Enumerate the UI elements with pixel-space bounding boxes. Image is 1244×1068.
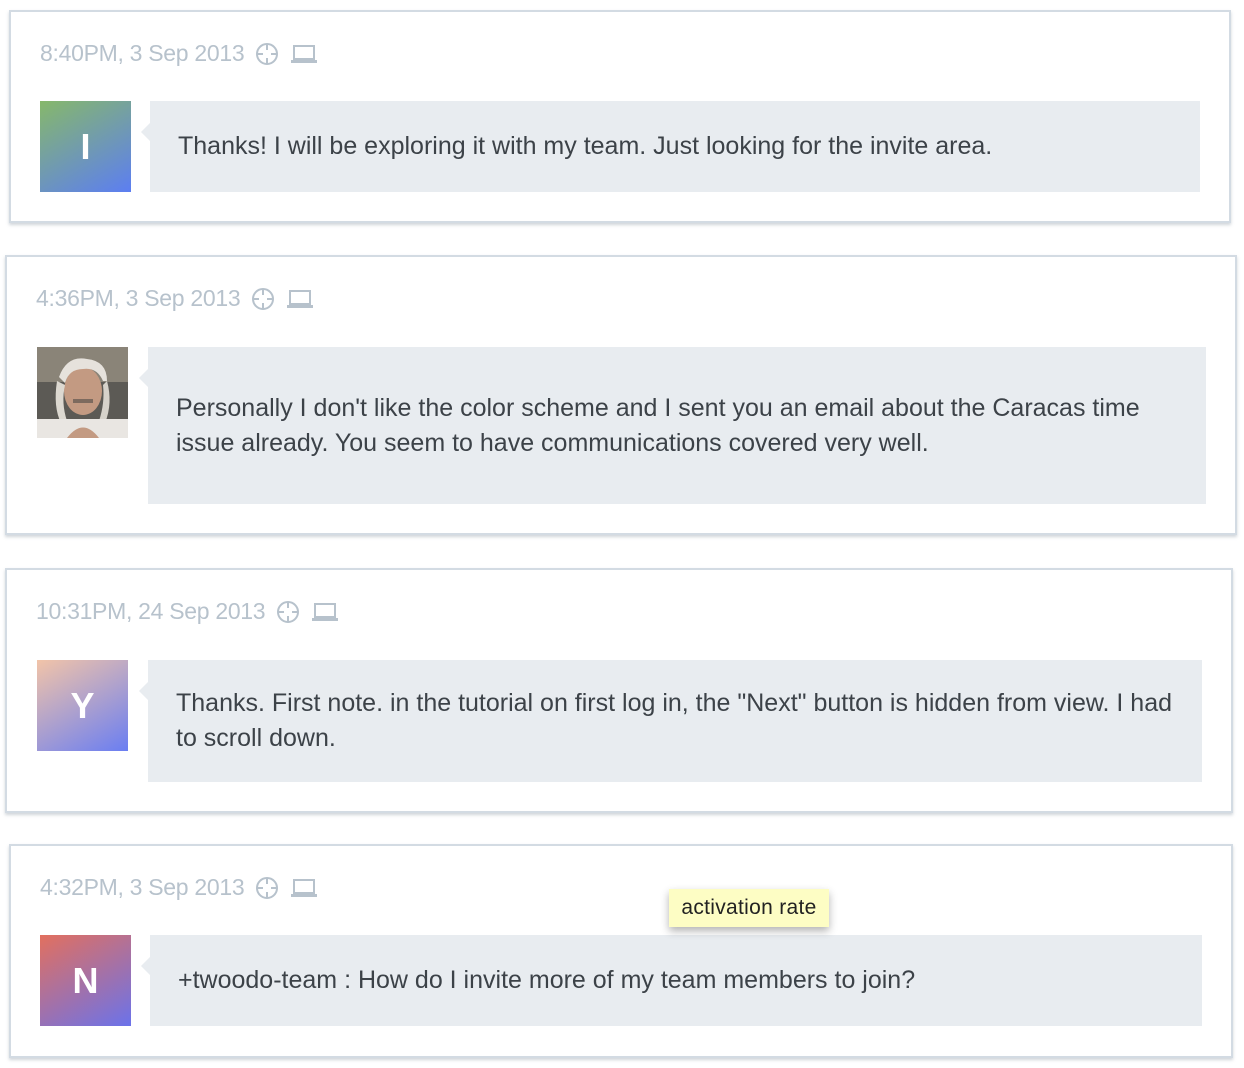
avatar-letter: Y bbox=[70, 684, 95, 726]
message-meta: 4:32PM, 3 Sep 2013 bbox=[40, 874, 318, 901]
avatar-photo[interactable] bbox=[37, 347, 128, 438]
message-card: 4:32PM, 3 Sep 2013 N +twoodo-team : How … bbox=[9, 844, 1233, 1058]
crosshair-icon[interactable] bbox=[275, 599, 301, 625]
message-card: 4:36PM, 3 Sep 2013 Personally I don't li… bbox=[5, 255, 1237, 535]
timestamp[interactable]: 8:40PM, 3 Sep 2013 bbox=[40, 40, 245, 67]
avatar[interactable]: I bbox=[40, 101, 131, 192]
laptop-icon[interactable] bbox=[290, 877, 318, 899]
message-meta: 10:31PM, 24 Sep 2013 bbox=[36, 598, 339, 625]
message-bubble: +twoodo-team : How do I invite more of m… bbox=[141, 935, 1202, 1026]
laptop-icon[interactable] bbox=[290, 43, 318, 65]
crosshair-icon[interactable] bbox=[250, 286, 276, 312]
message-text: Thanks. First note. in the tutorial on f… bbox=[176, 689, 1173, 752]
laptop-icon[interactable] bbox=[311, 601, 339, 623]
avatar-letter: I bbox=[80, 125, 91, 167]
message-bubble: Personally I don't like the color scheme… bbox=[139, 347, 1206, 504]
crosshair-icon[interactable] bbox=[254, 875, 280, 901]
timestamp[interactable]: 4:32PM, 3 Sep 2013 bbox=[40, 874, 245, 901]
message-bubble: Thanks! I will be exploring it with my t… bbox=[141, 101, 1200, 192]
laptop-icon[interactable] bbox=[286, 288, 314, 310]
avatar-letter: N bbox=[72, 959, 99, 1001]
portrait-photo-icon bbox=[37, 347, 128, 438]
message-text: Thanks! I will be exploring it with my t… bbox=[178, 132, 993, 160]
message-text: Personally I don't like the color scheme… bbox=[176, 393, 1140, 457]
message-bubble: Thanks. First note. in the tutorial on f… bbox=[139, 660, 1202, 782]
message-text: +twoodo-team : How do I invite more of m… bbox=[178, 966, 916, 994]
tooltip: activation rate bbox=[669, 889, 829, 927]
timestamp[interactable]: 10:31PM, 24 Sep 2013 bbox=[36, 598, 266, 625]
message-card: 8:40PM, 3 Sep 2013 I Thanks! I will be e… bbox=[9, 10, 1231, 223]
timestamp[interactable]: 4:36PM, 3 Sep 2013 bbox=[36, 285, 241, 312]
message-meta: 4:36PM, 3 Sep 2013 bbox=[36, 285, 314, 312]
message-card: 10:31PM, 24 Sep 2013 Y Thanks. First not… bbox=[5, 568, 1233, 813]
avatar[interactable]: N bbox=[40, 935, 131, 1026]
crosshair-icon[interactable] bbox=[254, 41, 280, 67]
message-meta: 8:40PM, 3 Sep 2013 bbox=[40, 40, 318, 67]
tooltip-text: activation rate bbox=[681, 896, 817, 919]
avatar[interactable]: Y bbox=[37, 660, 128, 751]
